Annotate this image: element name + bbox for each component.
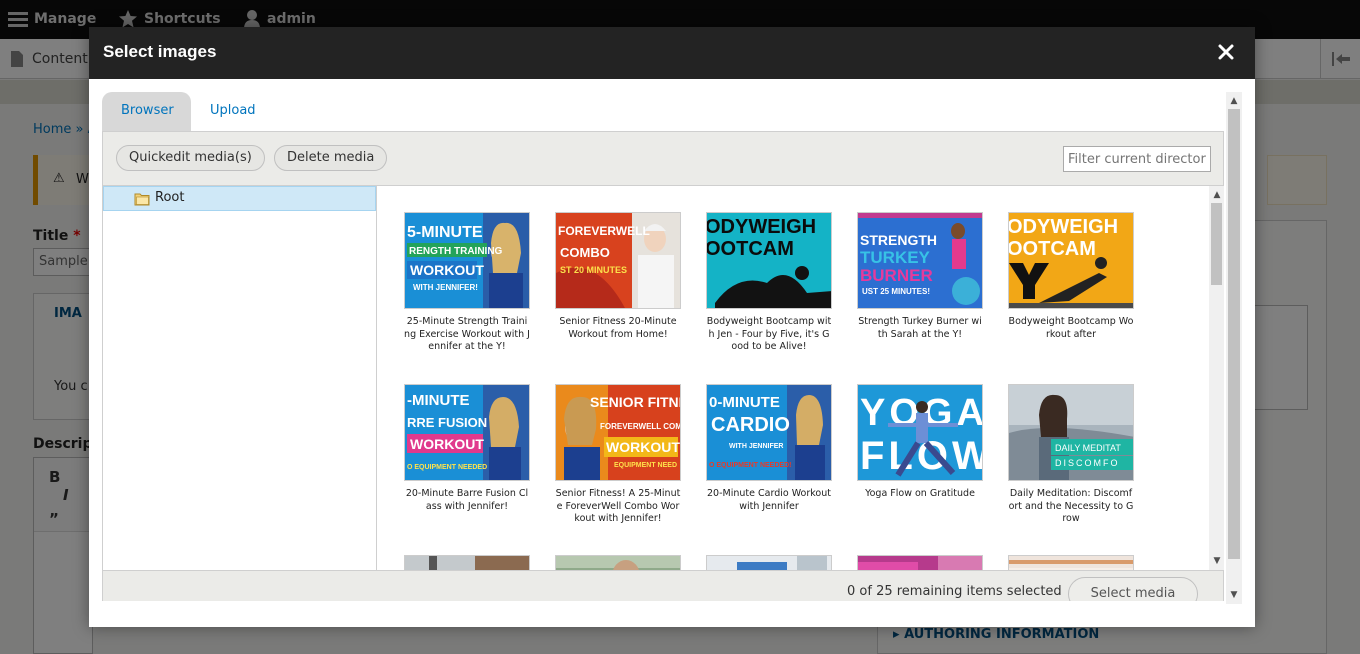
file-thumbnail: FOREVERWELL COMBO ST 20 MINUTES: [555, 212, 681, 309]
tree-item-root[interactable]: Root: [103, 186, 376, 211]
thumb-text: CARDIO: [711, 414, 790, 436]
thumb-text: TURKEY: [860, 248, 931, 267]
file-caption: 20-Minute Cardio Workout with Jennifer: [707, 488, 831, 512]
dialog-scrollbar[interactable]: ▲ ▼: [1226, 92, 1242, 604]
file-thumbnail: [555, 555, 681, 570]
file-thumbnail: -MINUTE RRE FUSION WORKOUT O EQUIPMENT N…: [404, 384, 530, 481]
file-thumbnail: 0-MINUTE CARDIO WITH JENNIFER O EQUIPMEN…: [706, 384, 832, 481]
file-thumbnail: YOGA FLOW: [857, 384, 983, 481]
file-thumbnail: ODYWEIGH OOTCAM: [1008, 212, 1134, 309]
tab-browser[interactable]: Browser: [102, 92, 191, 132]
imce-toolbar: Quickedit media(s) Delete media: [103, 132, 1223, 186]
thumb-text: O EQUIPMENT NEEDED: [407, 464, 487, 471]
thumb-text: OOTCAM: [1009, 238, 1096, 260]
thumb-text: RENGTH TRAINING: [409, 246, 503, 257]
thumb-text: 0-MINUTE: [709, 394, 780, 411]
thumb-text: ODYWEIGH: [707, 216, 816, 238]
thumb-text: COMBO: [560, 245, 610, 260]
select-media-button[interactable]: Select media: [1068, 577, 1198, 601]
file-thumbnail: ODYWEIGH OOTCAM: [706, 212, 832, 309]
dialog-scroll-down-arrow[interactable]: ▼: [1226, 588, 1242, 602]
file-thumbnail: SENIOR FITNE FOREVERWELL COM WORKOUT EQU…: [555, 384, 681, 481]
thumb-text: WORKOUT: [606, 439, 680, 455]
file-caption: 20-Minute Barre Fusion Class with Jennif…: [405, 488, 529, 512]
file-caption: Senior Fitness 20-Minute Workout from Ho…: [559, 316, 677, 340]
dialog-scroll-up-arrow[interactable]: ▲: [1226, 94, 1242, 108]
file-caption: Daily Meditation: Discomfort and the Nec…: [1008, 488, 1134, 524]
thumb-text: FOREVERWELL: [558, 224, 650, 238]
tree-root-label: Root: [155, 190, 185, 205]
quickedit-media-button[interactable]: Quickedit media(s): [116, 145, 265, 171]
file-caption: 25-Minute Strength Training Exercise Wor…: [404, 316, 530, 352]
file-grid: 5-MINUTE RENGTH TRAINING WORKOUT WITH JE…: [378, 186, 1209, 570]
close-icon: [1218, 44, 1234, 60]
file-thumbnail: STRENGTH TURKEY BURNER UST 25 MINUTES!: [857, 212, 983, 309]
thumb-text: 5-MINUTE: [407, 224, 483, 241]
scroll-down-arrow[interactable]: ▼: [1209, 554, 1225, 568]
tab-upload-images[interactable]: Upload images: [191, 92, 276, 156]
imce-file-browser: Quickedit media(s) Delete media Root: [102, 131, 1224, 601]
thumb-text: WORKOUT: [410, 436, 484, 452]
scroll-up-arrow[interactable]: ▲: [1209, 188, 1225, 202]
thumb-text: OOTCAM: [707, 238, 794, 260]
thumb-text: ST 20 MINUTES: [560, 265, 627, 275]
filter-directory-input[interactable]: [1063, 146, 1211, 172]
thumb-text: RRE FUSION: [407, 415, 487, 430]
thumb-text: WITH JENNIFER: [729, 443, 783, 450]
file-caption: Senior Fitness! A 25-Minute ForeverWell …: [555, 488, 681, 524]
thumb-text: O EQUIPMENT NEEDED!: [709, 462, 791, 469]
file-caption: Bodyweight Bootcamp Workout after: [1008, 316, 1134, 340]
file-grid-scrollbar[interactable]: ▲ ▼: [1209, 186, 1224, 570]
select-images-dialog: Select images Browser Upload images Quic…: [89, 27, 1255, 627]
thumb-text: DISCOMFO: [1055, 458, 1120, 468]
thumb-text: BURNER: [860, 266, 933, 285]
thumb-text: ODYWEIGH: [1009, 216, 1118, 238]
thumb-text: -MINUTE: [407, 392, 470, 409]
file-caption: Strength Turkey Burner with Sarah at the…: [858, 316, 982, 340]
dialog-title: Select images: [103, 42, 217, 61]
file-thumbnail: [706, 555, 832, 570]
file-thumbnail: [404, 555, 530, 570]
thumb-text: WORKOUT: [410, 262, 484, 278]
folder-icon: [134, 193, 150, 206]
close-button[interactable]: [1215, 41, 1237, 63]
thumb-text: FOREVERWELL COM: [600, 422, 681, 431]
file-thumbnail: [857, 555, 983, 570]
file-thumbnail: DAILY MEDITAT DISCOMFO: [1008, 384, 1134, 481]
thumb-text: STRENGTH: [860, 232, 937, 248]
thumb-text: WITH JENNIFER!: [413, 283, 478, 292]
folder-tree: Root: [103, 186, 377, 570]
dialog-scroll-thumb[interactable]: [1228, 109, 1240, 559]
thumb-text: UST 25 MINUTES!: [862, 287, 930, 296]
file-caption: Bodyweight Bootcamp with Jen - Four by F…: [706, 316, 832, 352]
file-grid-scroll-thumb[interactable]: [1211, 203, 1222, 285]
dialog-titlebar: Select images: [89, 27, 1255, 79]
file-thumbnail: [1008, 555, 1134, 570]
thumb-text: DAILY MEDITAT: [1055, 443, 1121, 453]
thumb-text: SENIOR FITNE: [590, 394, 681, 410]
delete-media-button[interactable]: Delete media: [274, 145, 388, 171]
thumb-text: EQUIPMENT NEED: [614, 462, 677, 469]
imce-statusbar: 0 of 25 remaining items selected Select …: [103, 570, 1223, 601]
selection-status: 0 of 25 remaining items selected: [847, 584, 1062, 599]
file-caption: Yoga Flow on Gratitude: [865, 488, 975, 499]
file-thumbnail: 5-MINUTE RENGTH TRAINING WORKOUT WITH JE…: [404, 212, 530, 309]
dialog-body: Browser Upload images Quickedit media(s)…: [89, 79, 1255, 627]
